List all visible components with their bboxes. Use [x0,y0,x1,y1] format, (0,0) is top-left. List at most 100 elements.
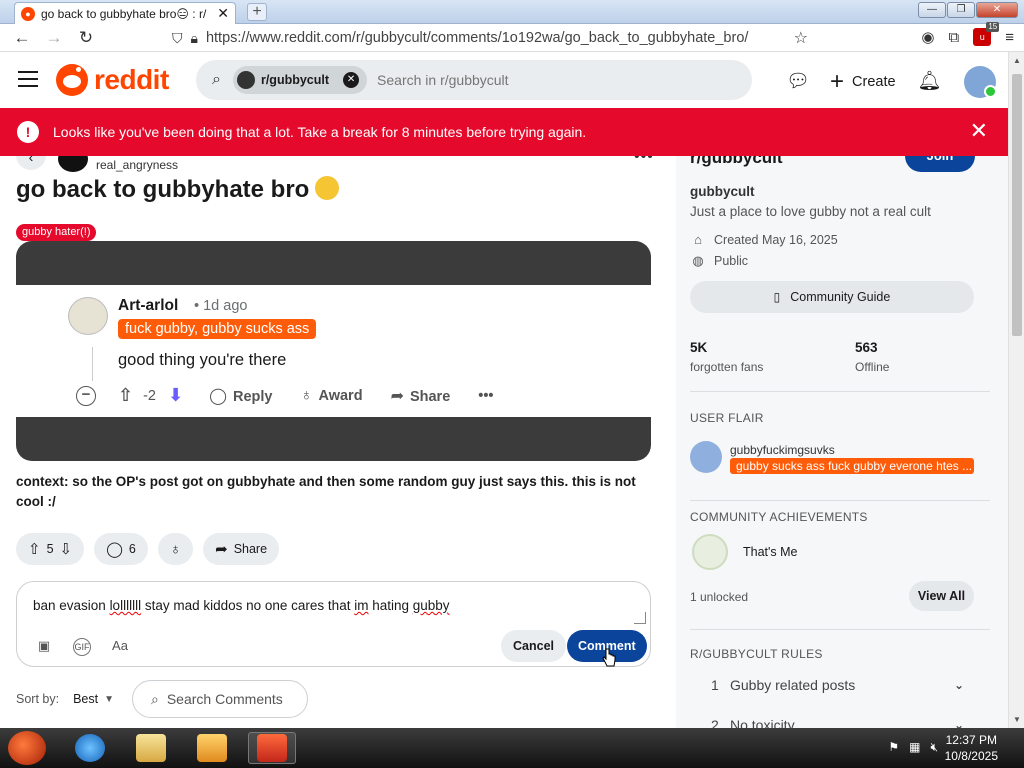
expressionless-face-emoji-icon [315,176,340,200]
reddit-favicon-icon: ● [21,6,35,21]
comment-composer[interactable]: ban evasion lolllllll stay mad kiddos no… [16,581,651,667]
chevron-down-icon[interactable]: ⌄ [954,718,964,728]
media-player-icon[interactable] [188,732,236,764]
extensions-icon[interactable]: ⧉ [949,29,960,46]
post-flair[interactable]: gubby hater(!) [16,224,97,241]
plus-icon: + [830,68,845,95]
clock-date: 10/8/2025 [944,749,998,763]
browser-tab[interactable]: ● go back to gubbyhate bro😑 : r/ ✕ [14,2,236,24]
join-button[interactable]: Join [905,156,975,172]
start-button[interactable] [8,731,46,765]
system-clock[interactable]: 12:37 PM 10/8/2025 [945,732,998,764]
notifications-bell-icon[interactable]: 🔔︎ [918,70,942,94]
globe-icon: ◍ [692,253,704,268]
user-flair-name[interactable]: gubbyfuckimgsuvks [730,443,835,457]
reload-icon[interactable]: ↻ [76,28,96,48]
close-alert-icon[interactable]: ✕ [970,120,988,142]
account-icon[interactable]: ◉ [921,28,934,46]
comment-search[interactable]: ⌕ Search Comments [132,680,308,718]
chevron-down-icon[interactable]: ▼ [104,694,114,705]
volume-muted-icon[interactable]: 🔇︎ [930,740,938,755]
new-tab-button[interactable]: + [247,3,267,21]
create-label: Create [852,74,896,90]
create-post-button[interactable]: + Create [830,68,896,95]
url-text[interactable]: https://www.reddit.com/r/gubbycult/comme… [206,30,748,46]
thread-line [92,347,93,381]
post-action-bar: ⇧ 5 ⇩ ◯ 6 ♁ ➦ Share [16,533,280,565]
view-all-button[interactable]: View All [909,581,974,611]
author-avatar[interactable] [58,156,88,172]
network-icon[interactable]: ▦ [909,740,920,755]
flag-icon[interactable]: ⚑ [888,740,899,755]
minimize-button[interactable]: — [918,2,946,18]
composer-toolbar: ▣ GIF Aa [35,638,129,656]
user-avatar[interactable] [963,66,997,98]
chevron-down-icon[interactable]: ⌄ [954,678,964,692]
community-title: gubbycult [690,184,755,199]
reddit-logo[interactable]: reddit [56,64,169,96]
scroll-up-arrow-icon[interactable]: ▲ [1013,56,1021,65]
sort-dropdown[interactable]: Best [73,692,98,706]
subreddit-search-chip[interactable]: r/gubbycult ✕ [232,66,368,94]
scroll-down-arrow-icon[interactable]: ▼ [1013,715,1021,724]
logo-text: reddit [94,64,169,95]
firefox-taskbar-icon[interactable] [248,732,296,764]
gif-icon[interactable]: GIF [73,638,91,656]
alert-message: Looks like you've been doing that a lot.… [53,124,587,140]
achievements-heading: COMMUNITY ACHIEVEMENTS [690,510,868,524]
lock-icon[interactable]: 🔒︎ [191,30,198,47]
chat-icon[interactable]: 💬︎ [786,70,810,94]
resize-handle-icon[interactable] [634,612,646,624]
downvote-icon[interactable]: ⇩ [60,540,73,558]
bookmark-star-icon[interactable]: ☆ [794,28,808,48]
award-action: ♁ Award [300,386,363,404]
image-upload-icon[interactable]: ▣ [35,638,53,656]
back-button[interactable]: ‹ [16,156,46,170]
rule-item[interactable]: 2 No toxicity ⌄ [690,717,974,728]
page-scrollbar[interactable]: ▲ ▼ [1008,52,1024,728]
ublock-extension-icon[interactable]: u 15 [973,22,1000,46]
maximize-button[interactable]: ❐ [947,2,975,18]
internet-explorer-icon[interactable] [66,732,114,764]
sidebar-subreddit-name: r/gubbycult [690,156,783,167]
cancel-button[interactable]: Cancel [501,630,566,662]
search-input[interactable] [377,72,678,88]
upvote-icon[interactable]: ⇧ [28,540,41,558]
formatting-icon[interactable]: Aa [111,638,129,656]
upvote-icon: ⇧ [118,385,134,405]
post-title: go back to gubbyhate bro [16,176,340,204]
rule-item[interactable]: 1 Gubby related posts ⌄ [690,677,974,693]
comments-button[interactable]: ◯ 6 [94,533,148,565]
menu-icon[interactable]: ≡ [1005,29,1014,46]
search-bar[interactable]: ⌕ r/gubbycult ✕ [196,60,752,100]
scroll-thumb[interactable] [1012,74,1022,336]
remove-chip-icon[interactable]: ✕ [343,72,360,88]
browser-nav-bar: ← → ↻ ⛉ 🔒︎ https://www.reddit.com/r/gubb… [0,22,1024,52]
more-options-icon[interactable]: ••• [634,156,654,166]
sort-bar: Sort by: Best ▼ ⌕ Search Comments [16,680,308,718]
divider [690,629,990,630]
file-explorer-icon[interactable] [127,732,175,764]
sort-label: Sort by: [16,692,60,706]
post-author[interactable]: real_angryness [96,158,178,172]
hamburger-menu-icon[interactable] [18,71,38,87]
achievement-name[interactable]: That's Me [743,545,798,559]
forward-arrow-icon[interactable]: → [44,28,64,48]
award-button[interactable]: ♁ [157,533,194,565]
screenshot-of-comment: Art-arlol • 1d ago fuck gubby, gubby suc… [16,285,651,417]
tab-close-icon[interactable]: ✕ [217,5,229,22]
close-window-button[interactable]: ✕ [976,2,1018,18]
comment-input[interactable]: ban evasion lolllllll stay mad kiddos no… [33,598,450,613]
community-guide-button[interactable]: ▯ Community Guide [690,281,974,313]
embedded-user-avatar [68,297,108,335]
share-button[interactable]: ➦ Share [203,533,280,565]
divider [690,391,990,392]
user-flair-heading: USER FLAIR [690,411,764,425]
online-label: Offline [855,360,890,374]
address-bar[interactable]: ⛉ 🔒︎ https://www.reddit.com/r/gubbycult/… [172,27,818,49]
shield-icon[interactable]: ⛉ [172,30,183,47]
back-arrow-icon[interactable]: ← [12,28,32,48]
user-flair-text[interactable]: gubby sucks ass fuck gubby everone htes … [730,458,974,474]
post-image[interactable]: Art-arlol • 1d ago fuck gubby, gubby suc… [16,241,651,461]
achievement-badge-icon[interactable] [692,534,728,570]
